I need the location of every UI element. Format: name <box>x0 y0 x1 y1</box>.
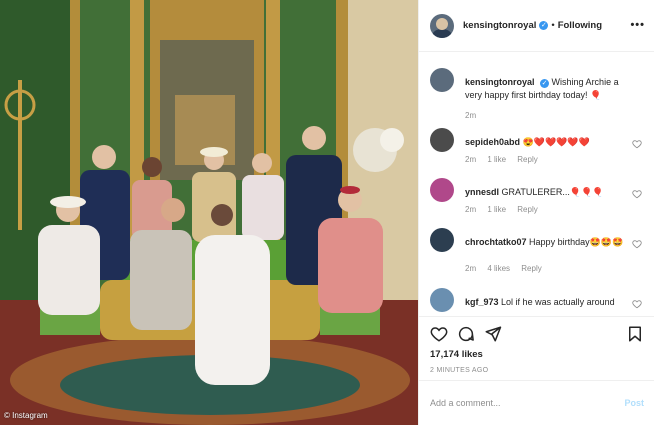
caption-meta: 2m <box>465 111 485 120</box>
reply-button[interactable]: Reply <box>517 155 537 164</box>
post-sidebar: kensingtonroyal ✓ • Following ••• kensin… <box>418 0 654 425</box>
comment-message: Happy birthday🤩🤩🤩 <box>529 237 624 247</box>
comment-username[interactable]: kgf_973 <box>465 297 499 307</box>
balloon-emoji: 🎈 <box>590 90 602 100</box>
caption-username[interactable]: kensingtonroyal <box>465 77 535 87</box>
comment-item: chrochtatko07 Happy birthday🤩🤩🤩 2m 4 lik… <box>430 228 646 280</box>
comment-message: Lol if he was actually around <box>501 297 615 307</box>
likes-count[interactable]: 17,174 likes <box>430 349 483 360</box>
comment-username[interactable]: ynnesdl <box>465 187 499 197</box>
comment-message: GRATULERER...🎈🎈🎈 <box>501 187 604 197</box>
comment-avatar[interactable] <box>430 288 454 312</box>
following-button[interactable]: Following <box>558 20 602 31</box>
post-timestamp[interactable]: 2 MINUTES AGO <box>430 367 488 374</box>
comment-likes[interactable]: 4 likes <box>487 264 510 273</box>
comment-time[interactable]: 2m <box>465 205 476 214</box>
more-options-icon[interactable]: ••• <box>630 19 645 31</box>
comment-avatar[interactable] <box>430 178 454 202</box>
caption-text: kensingtonroyal ✓ Wishing Archie a very … <box>465 76 625 102</box>
caption-avatar[interactable] <box>430 68 454 92</box>
like-comment-heart-icon[interactable] <box>632 299 642 309</box>
instagram-watermark: © Instagram <box>4 411 48 420</box>
comment-avatar[interactable] <box>430 228 454 252</box>
like-heart-icon[interactable] <box>430 325 448 343</box>
verified-badge-icon: ✓ <box>539 21 549 30</box>
comment-meta: 2m 4 likes Reply <box>465 264 551 273</box>
add-comment-bar: Post <box>419 380 654 425</box>
comment-item: sepideh0abd 😍❤️❤️❤️❤️❤️ 2m 1 like Reply <box>430 128 646 168</box>
reply-button[interactable]: Reply <box>521 264 541 273</box>
comment-username[interactable]: chrochtatko07 <box>465 237 527 247</box>
comment-meta: 2m 1 like Reply <box>465 155 547 164</box>
like-comment-heart-icon[interactable] <box>632 139 642 149</box>
profile-avatar[interactable] <box>430 13 454 38</box>
comment-item: kgf_973 Lol if he was actually around <box>430 288 646 318</box>
comment-username[interactable]: sepideh0abd <box>465 137 520 147</box>
comment-meta: 2m 1 like Reply <box>465 205 547 214</box>
like-comment-heart-icon[interactable] <box>632 189 642 199</box>
add-comment-input[interactable] <box>430 398 625 408</box>
post-header: kensingtonroyal ✓ • Following ••• <box>419 0 654 52</box>
share-paper-plane-icon[interactable] <box>484 325 502 343</box>
save-bookmark-icon[interactable] <box>626 325 644 343</box>
family-portrait-image <box>0 0 418 425</box>
reply-button[interactable]: Reply <box>517 205 537 214</box>
caption-time[interactable]: 2m <box>465 111 476 120</box>
comment-likes[interactable]: 1 like <box>487 155 506 164</box>
comment-text: kgf_973 Lol if he was actually around <box>465 296 625 309</box>
post-comment-button[interactable]: Post <box>624 398 644 408</box>
comment-item: ynnesdl GRATULERER...🎈🎈🎈 2m 1 like Reply <box>430 178 646 218</box>
comment-text: sepideh0abd 😍❤️❤️❤️❤️❤️ <box>465 136 625 149</box>
separator-dot: • <box>551 20 555 31</box>
comment-text: ynnesdl GRATULERER...🎈🎈🎈 <box>465 186 625 199</box>
verified-badge-icon: ✓ <box>540 79 550 88</box>
comment-avatar[interactable] <box>430 128 454 152</box>
comment-time[interactable]: 2m <box>465 155 476 164</box>
caption: kensingtonroyal ✓ Wishing Archie a very … <box>430 68 646 120</box>
header-username[interactable]: kensingtonroyal <box>463 20 536 31</box>
comment-time[interactable]: 2m <box>465 264 476 273</box>
comment-message: 😍❤️❤️❤️❤️❤️ <box>522 137 590 147</box>
comment-text: chrochtatko07 Happy birthday🤩🤩🤩 <box>465 236 625 249</box>
comment-likes[interactable]: 1 like <box>487 205 506 214</box>
like-comment-heart-icon[interactable] <box>632 239 642 249</box>
comment-bubble-icon[interactable] <box>457 325 475 343</box>
post-photo[interactable]: © Instagram <box>0 0 418 425</box>
